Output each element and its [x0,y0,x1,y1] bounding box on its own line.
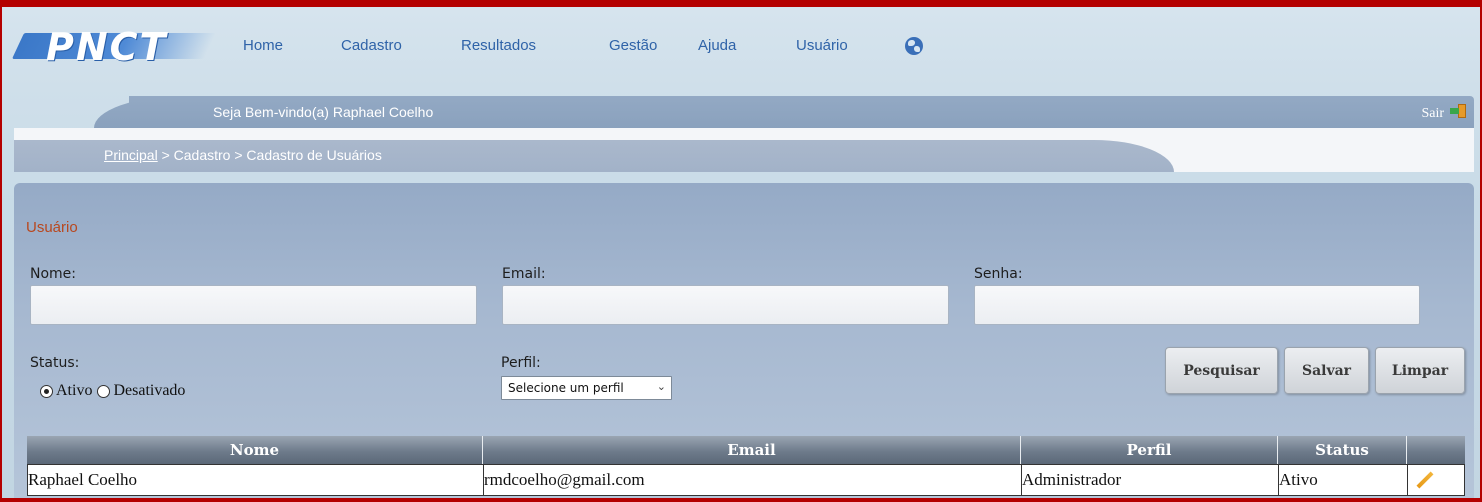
perfil-select[interactable]: Selecione um perfil ⌄ [501,376,672,400]
limpar-button[interactable]: Limpar [1375,347,1465,394]
status-radio-group: Ativo Desativado [40,382,185,400]
breadcrumb-principal-link[interactable]: Principal [104,147,158,163]
results-table-header: Nome Email Perfil Status [27,436,1465,464]
col-email: Email [483,436,1021,464]
nav-ajuda[interactable]: Ajuda [698,37,736,54]
cell-nome: Raphael Coelho [28,465,484,495]
pnct-logo[interactable]: PNCT [11,25,217,69]
nav-gestao[interactable]: Gestão [609,37,657,54]
salvar-button[interactable]: Salvar [1284,347,1369,394]
logout-link[interactable]: Sair [1421,106,1444,122]
cell-actions [1408,465,1464,495]
col-perfil: Perfil [1021,436,1278,464]
bottom-border [0,498,1482,502]
logo-text: PNCT [46,25,168,69]
welcome-message: Seja Bem-vindo(a) Raphael Coelho [213,104,434,120]
globe-icon[interactable] [905,37,923,55]
cell-status: Ativo [1279,465,1408,495]
status-label: Status: [30,355,80,371]
breadcrumb: Principal > Cadastro > Cadastro de Usuár… [104,147,382,163]
col-nome: Nome [27,436,483,464]
exit-door-icon[interactable] [1450,104,1466,118]
cell-perfil: Administrador [1022,465,1279,495]
email-input[interactable] [502,285,949,325]
pencil-icon[interactable] [1416,471,1434,489]
status-desativado-radio[interactable] [97,384,111,398]
chevron-down-icon: ⌄ [656,380,666,393]
perfil-label: Perfil: [501,355,541,371]
table-row[interactable]: Raphael Coelho rmdcoelho@gmail.com Admin… [27,464,1465,496]
welcome-band: Seja Bem-vindo(a) Raphael Coelho Sair [14,96,1474,128]
col-actions [1407,436,1465,464]
section-title: Usuário [26,219,78,236]
nome-input[interactable] [30,285,477,325]
breadcrumb-path: > Cadastro > Cadastro de Usuários [157,147,382,163]
nav-usuario[interactable]: Usuário [796,37,848,54]
nav-home[interactable]: Home [243,37,283,54]
senha-input[interactable] [974,285,1420,325]
nav-cadastro[interactable]: Cadastro [341,37,402,54]
nav-resultados[interactable]: Resultados [461,37,536,54]
cell-email: rmdcoelho@gmail.com [484,465,1022,495]
senha-label: Senha: [974,266,1023,282]
col-status: Status [1278,436,1407,464]
pesquisar-button[interactable]: Pesquisar [1165,347,1278,394]
perfil-select-value: Selecione um perfil [508,381,624,395]
status-ativo-label: Ativo [56,382,93,399]
status-desativado-label: Desativado [113,382,186,399]
status-ativo-radio[interactable] [40,384,53,398]
email-label: Email: [502,266,546,282]
nome-label: Nome: [30,266,77,282]
